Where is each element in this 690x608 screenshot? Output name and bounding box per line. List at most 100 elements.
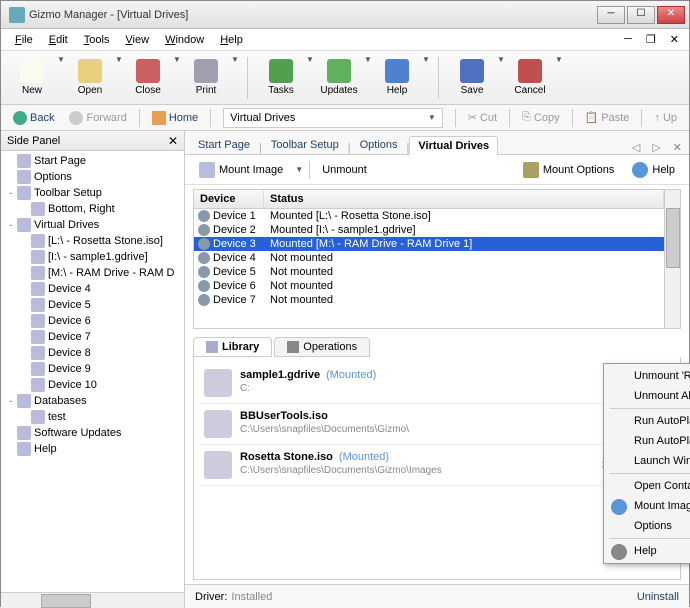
back-button[interactable]: Back [7, 109, 60, 127]
updates-button[interactable]: Updates [314, 55, 364, 100]
side-panel-hscrollbar[interactable] [1, 592, 184, 608]
tree-node[interactable]: Device 8 [1, 345, 184, 361]
tree-node[interactable]: Device 5 [1, 297, 184, 313]
tree-node[interactable]: test [1, 409, 184, 425]
mdi-minimize-button[interactable]: ─ [620, 33, 636, 46]
node-label: Device 9 [48, 363, 91, 375]
tab-next-button[interactable]: ▷ [649, 141, 663, 154]
mount-dropdown[interactable]: ▼ [295, 165, 303, 174]
tree-node[interactable]: Device 6 [1, 313, 184, 329]
tree-node[interactable]: -Virtual Drives [1, 217, 184, 233]
table-row[interactable]: Device 6Not mounted [194, 279, 664, 293]
tree-node[interactable]: Software Updates [1, 425, 184, 441]
tree-node[interactable]: Options [1, 169, 184, 185]
menu-item[interactable]: Help [606, 541, 690, 561]
close-button[interactable]: ✕ [657, 6, 685, 24]
mdi-restore-button[interactable]: ❐ [642, 33, 660, 46]
mdi-close-button[interactable]: ✕ [666, 33, 683, 46]
cancel-dropdown[interactable]: ▼ [555, 55, 563, 100]
menu-item[interactable]: Unmount All [606, 386, 690, 406]
side-panel-close-button[interactable]: ✕ [168, 134, 178, 148]
mount-image-button[interactable]: Mount Image [193, 160, 289, 180]
table-row[interactable]: Device 2Mounted [I:\ - sample1.gdrive] [194, 223, 664, 237]
menu-window[interactable]: Window [157, 32, 212, 48]
tab-prev-button[interactable]: ◁ [629, 141, 643, 154]
help-button[interactable]: Help [626, 160, 681, 180]
help-dropdown[interactable]: ▼ [422, 55, 430, 100]
column-header-status[interactable]: Status [264, 190, 664, 208]
menu-item[interactable]: Open Containing Folder [606, 476, 690, 496]
tree-node[interactable]: Device 10 [1, 377, 184, 393]
column-header-device[interactable]: Device [194, 190, 264, 208]
copy-button[interactable]: ⎘ Copy [516, 109, 566, 127]
help-button[interactable]: Help [372, 55, 422, 100]
minimize-button[interactable]: ─ [597, 6, 625, 24]
node-icon [31, 330, 45, 344]
menu-item[interactable]: Options [606, 516, 690, 536]
tab-toolbar-setup[interactable]: Toolbar Setup [262, 135, 348, 154]
menu-file[interactable]: File [7, 32, 41, 48]
home-button[interactable]: Home [146, 109, 204, 127]
save-dropdown[interactable]: ▼ [497, 55, 505, 100]
menu-item[interactable]: Run AutoPlay, or launch Windows Explorer [606, 411, 690, 431]
tree-node[interactable]: [M:\ - RAM Drive - RAM D [1, 265, 184, 281]
table-row[interactable]: Device 3Mounted [M:\ - RAM Drive - RAM D… [194, 237, 664, 251]
close-dropdown[interactable]: ▼ [173, 55, 181, 100]
table-row[interactable]: Device 4Not mounted [194, 251, 664, 265]
save-button[interactable]: Save [447, 55, 497, 100]
tasks-button[interactable]: Tasks [256, 55, 306, 100]
expand-icon[interactable]: - [5, 396, 17, 406]
mount-options-button[interactable]: Mount Options [517, 160, 621, 180]
cut-button[interactable]: ✂ Cut [462, 109, 503, 127]
breadcrumb[interactable]: Virtual Drives ▼ [223, 108, 443, 128]
status-cell: Not mounted [264, 266, 664, 278]
maximize-button[interactable]: ☐ [627, 6, 655, 24]
up-button[interactable]: ↑ Up [648, 109, 683, 127]
menu-item[interactable]: Run AutoPlay [606, 431, 690, 451]
tree-node[interactable]: Device 9 [1, 361, 184, 377]
menu-tools[interactable]: Tools [76, 32, 118, 48]
tree-node[interactable]: [I:\ - sample1.gdrive] [1, 249, 184, 265]
print-button[interactable]: Print [181, 55, 231, 100]
paste-button[interactable]: 📋 Paste [579, 109, 636, 127]
menu-item[interactable]: Mount Image [606, 496, 690, 516]
new-button[interactable]: New [7, 55, 57, 100]
menu-help[interactable]: Help [212, 32, 251, 48]
tab-options[interactable]: Options [351, 135, 407, 154]
tasks-dropdown[interactable]: ▼ [306, 55, 314, 100]
new-dropdown[interactable]: ▼ [57, 55, 65, 100]
table-row[interactable]: Device 5Not mounted [194, 265, 664, 279]
forward-button[interactable]: Forward [63, 109, 132, 127]
close-button[interactable]: Close [123, 55, 173, 100]
menu-view[interactable]: View [117, 32, 157, 48]
expand-icon[interactable]: - [5, 220, 17, 230]
unmount-button[interactable]: Unmount [316, 162, 373, 178]
open-button[interactable]: Open [65, 55, 115, 100]
tab-start-page[interactable]: Start Page [189, 135, 259, 154]
tree-node[interactable]: -Toolbar Setup [1, 185, 184, 201]
uninstall-link[interactable]: Uninstall [637, 591, 679, 603]
tree-node[interactable]: Device 7 [1, 329, 184, 345]
tab-operations[interactable]: Operations [274, 337, 370, 357]
open-dropdown[interactable]: ▼ [115, 55, 123, 100]
updates-dropdown[interactable]: ▼ [364, 55, 372, 100]
table-row[interactable]: Device 1Mounted [L:\ - Rosetta Stone.iso… [194, 209, 664, 223]
cancel-button[interactable]: Cancel [505, 55, 555, 100]
table-row[interactable]: Device 7Not mounted [194, 293, 664, 307]
menu-item[interactable]: Unmount 'RAM Drive - RAM Drive 1' [606, 366, 690, 386]
tab-close-button[interactable]: ✕ [670, 141, 685, 154]
menu-item[interactable]: Launch Windows Explorer [606, 451, 690, 471]
tree-node[interactable]: Help [1, 441, 184, 457]
tab-library[interactable]: Library [193, 337, 272, 357]
tree-node[interactable]: Device 4 [1, 281, 184, 297]
breadcrumb-dropdown[interactable]: ▼ [428, 113, 436, 122]
tree-node[interactable]: -Databases [1, 393, 184, 409]
tree-node[interactable]: Bottom, Right [1, 201, 184, 217]
tab-virtual-drives[interactable]: Virtual Drives [409, 136, 498, 155]
menu-edit[interactable]: Edit [41, 32, 76, 48]
tree-node[interactable]: [L:\ - Rosetta Stone.iso] [1, 233, 184, 249]
tree-node[interactable]: Start Page [1, 153, 184, 169]
expand-icon[interactable]: - [5, 188, 17, 198]
device-table-vscrollbar[interactable] [664, 190, 680, 328]
print-dropdown[interactable]: ▼ [231, 55, 239, 100]
